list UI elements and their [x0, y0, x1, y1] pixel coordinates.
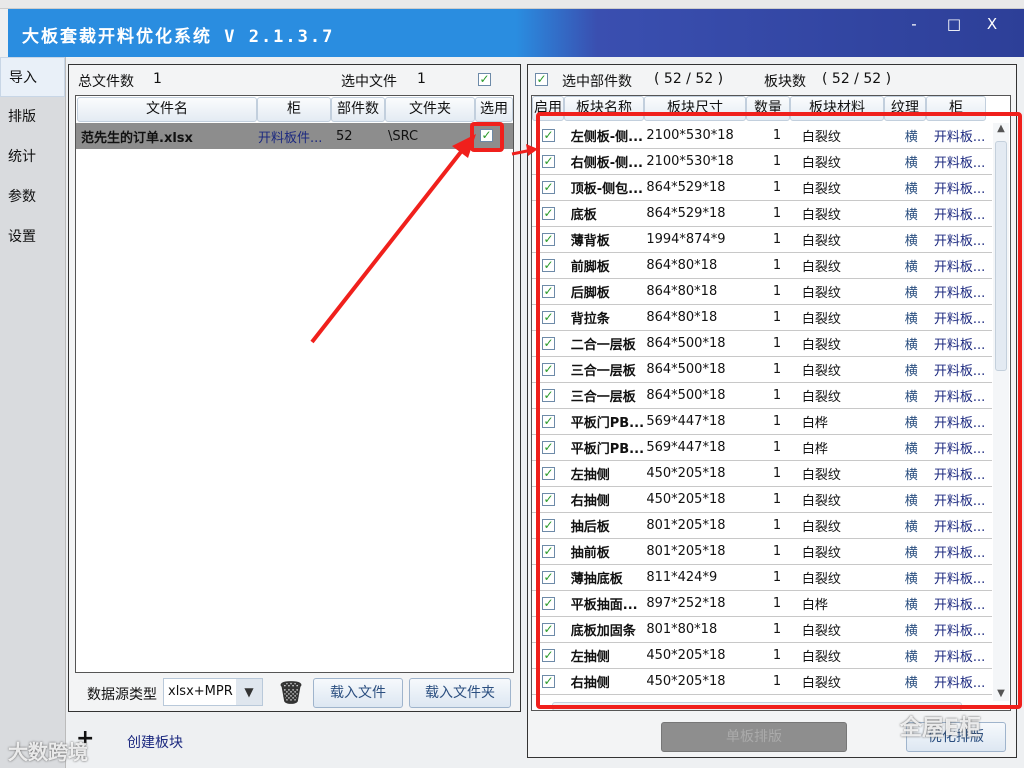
- annotation-arrows: [310, 134, 538, 344]
- annotation-arrow-line: [310, 146, 466, 344]
- watermark-logo-2: 全屋E柜: [900, 716, 982, 741]
- annotation-small-arrow-head: [526, 144, 538, 156]
- annotation-arrow-head: [452, 134, 476, 158]
- watermark-logo: 大数跨境: [8, 740, 88, 764]
